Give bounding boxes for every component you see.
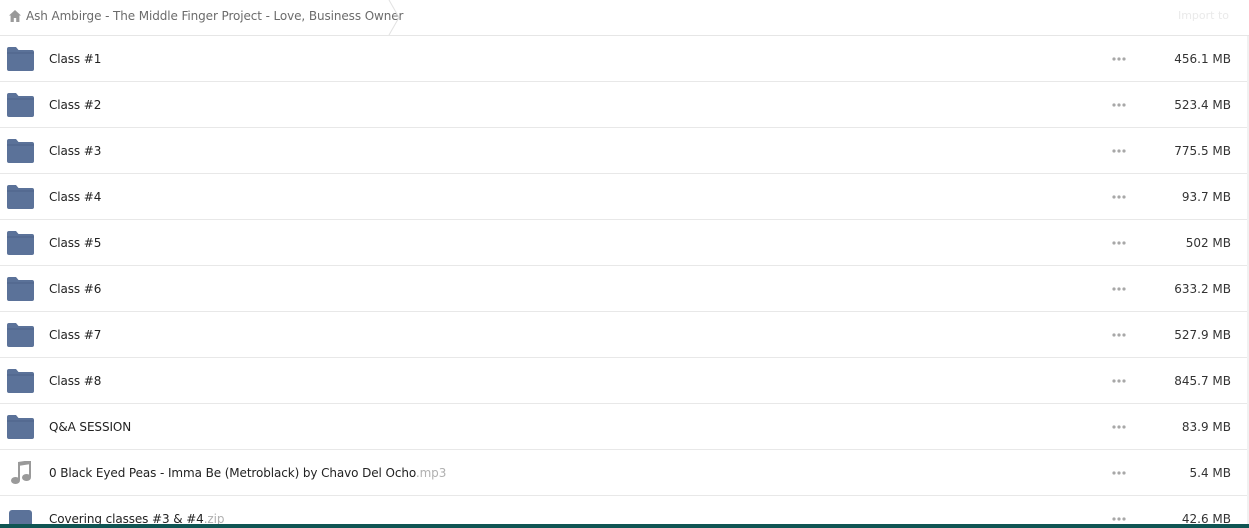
file-row[interactable]: Class #5 502 MB (0, 220, 1247, 266)
more-options-icon[interactable] (1110, 193, 1128, 201)
bottom-bar (0, 524, 1249, 528)
file-size: 83.9 MB (1181, 420, 1231, 434)
file-name[interactable]: Class #5 (49, 236, 101, 250)
file-size: 845.7 MB (1174, 374, 1231, 388)
file-base-name: 0 Black Eyed Peas - Imma Be (Metroblack)… (49, 466, 416, 480)
folder-icon (7, 277, 34, 301)
folder-icon (7, 369, 34, 393)
more-options-icon[interactable] (1110, 147, 1128, 155)
folder-icon (7, 93, 34, 117)
music-note-icon (11, 461, 31, 484)
file-name[interactable]: 0 Black Eyed Peas - Imma Be (Metroblack)… (49, 466, 446, 480)
home-icon[interactable] (8, 9, 22, 23)
folder-icon (7, 323, 34, 347)
file-row[interactable]: 0 Black Eyed Peas - Imma Be (Metroblack)… (0, 450, 1247, 496)
file-name[interactable]: Q&A SESSION (49, 420, 131, 434)
file-row[interactable]: Class #1 456.1 MB (0, 36, 1247, 82)
file-row[interactable]: Class #8 845.7 MB (0, 358, 1247, 404)
breadcrumb[interactable]: Ash Ambirge - The Middle Finger Project … (8, 7, 403, 25)
file-name[interactable]: Class #7 (49, 328, 101, 342)
import-button[interactable]: Import to (1178, 9, 1229, 22)
file-name[interactable]: Class #1 (49, 52, 101, 66)
file-size: 523.4 MB (1174, 98, 1231, 112)
file-browser: Ash Ambirge - The Middle Finger Project … (0, 0, 1249, 528)
file-base-name: Class #1 (49, 52, 102, 66)
file-name[interactable]: Class #8 (49, 374, 101, 388)
file-row[interactable]: Class #7 527.9 MB (0, 312, 1247, 358)
file-base-name: Class #6 (49, 282, 102, 296)
breadcrumb-bar: Ash Ambirge - The Middle Finger Project … (0, 0, 1249, 36)
file-row[interactable]: Class #4 93.7 MB (0, 174, 1247, 220)
file-row[interactable]: Class #3 775.5 MB (0, 128, 1247, 174)
folder-icon (7, 231, 34, 255)
more-options-icon[interactable] (1110, 469, 1128, 477)
more-options-icon[interactable] (1110, 239, 1128, 247)
file-row[interactable]: Q&A SESSION 83.9 MB (0, 404, 1247, 450)
folder-icon (7, 185, 34, 209)
folder-icon (7, 47, 34, 71)
more-options-icon[interactable] (1110, 285, 1128, 293)
file-extension: .mp3 (415, 466, 447, 480)
file-base-name: Class #4 (49, 190, 102, 204)
more-options-icon[interactable] (1110, 515, 1128, 523)
file-size: 775.5 MB (1174, 144, 1231, 158)
file-name[interactable]: Class #3 (49, 144, 101, 158)
file-name[interactable]: Class #6 (49, 282, 101, 296)
file-size: 527.9 MB (1174, 328, 1231, 342)
breadcrumb-separator (388, 0, 400, 35)
file-row[interactable]: Class #2 523.4 MB (0, 82, 1247, 128)
file-base-name: Class #3 (49, 144, 102, 158)
file-base-name: Q&A SESSION (49, 420, 132, 434)
more-options-icon[interactable] (1110, 331, 1128, 339)
file-base-name: Class #2 (49, 98, 102, 112)
file-size: 456.1 MB (1174, 52, 1231, 66)
file-base-name: Class #8 (49, 374, 102, 388)
more-options-icon[interactable] (1110, 55, 1128, 63)
file-size: 502 MB (1185, 236, 1231, 250)
breadcrumb-current-folder[interactable]: Ash Ambirge - The Middle Finger Project … (26, 9, 403, 23)
file-base-name: Class #5 (49, 236, 102, 250)
file-size: 633.2 MB (1174, 282, 1231, 296)
file-name[interactable]: Class #2 (49, 98, 101, 112)
folder-icon (7, 139, 34, 163)
file-name[interactable]: Class #4 (49, 190, 101, 204)
file-base-name: Class #7 (49, 328, 102, 342)
more-options-icon[interactable] (1110, 423, 1128, 431)
file-size: 5.4 MB (1189, 466, 1231, 480)
file-size: 93.7 MB (1181, 190, 1231, 204)
file-list: Class #1 456.1 MB Class #2 523.4 MB Class #3… (0, 36, 1247, 528)
folder-icon (7, 415, 34, 439)
more-options-icon[interactable] (1110, 377, 1128, 385)
more-options-icon[interactable] (1110, 101, 1128, 109)
file-row[interactable]: Class #6 633.2 MB (0, 266, 1247, 312)
